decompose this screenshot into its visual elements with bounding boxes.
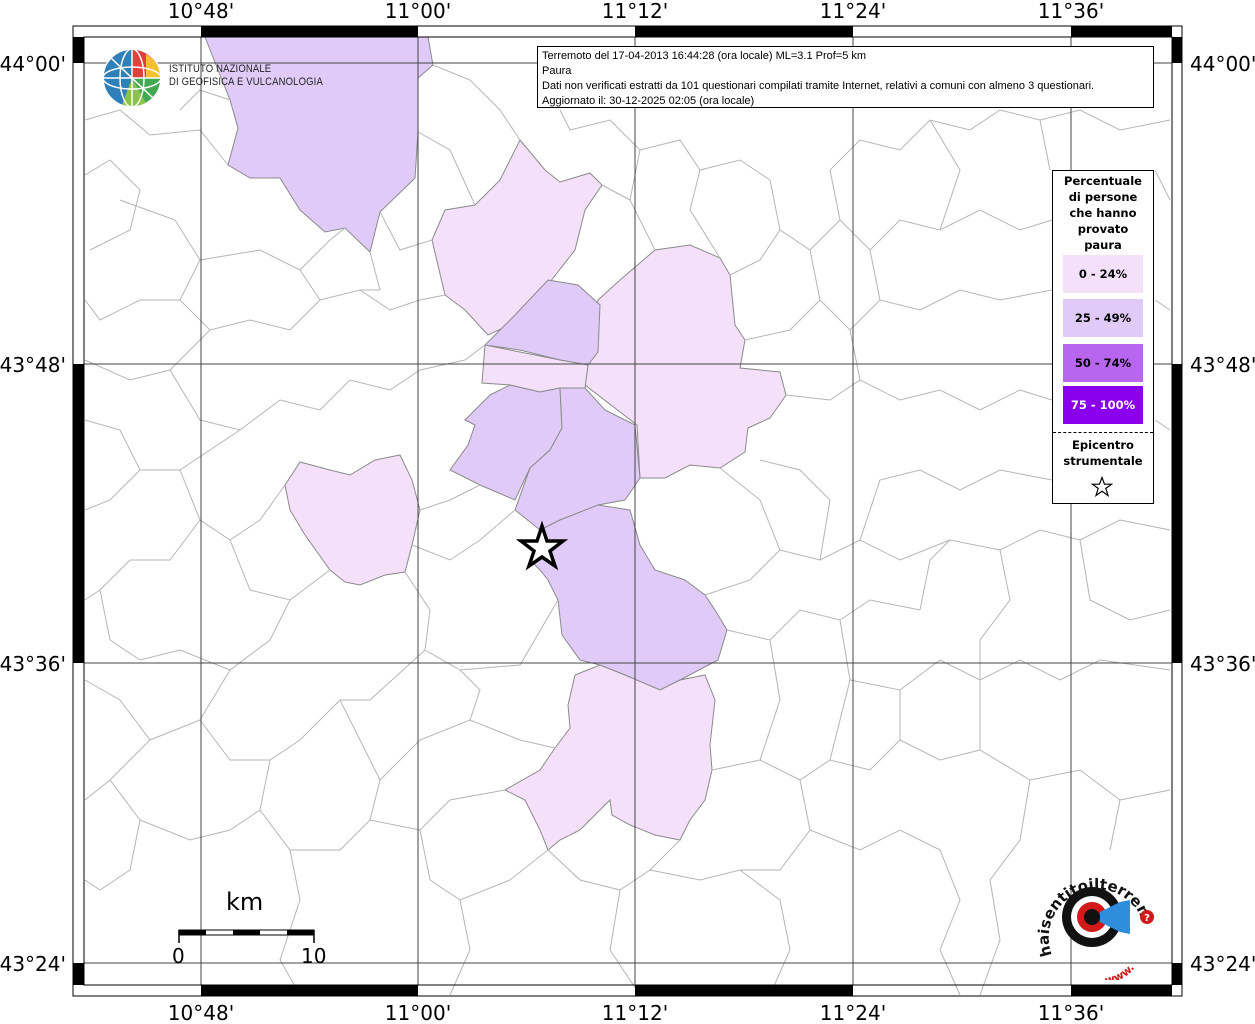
- map-parameter: Paura: [542, 65, 572, 77]
- lat-tick-label: 43°24': [1190, 952, 1255, 976]
- legend-class-label: 50 - 74%: [1074, 356, 1132, 370]
- lon-tick-label: 11°00': [385, 1001, 451, 1024]
- legend-swatch-75-100: 75 - 100%: [1063, 386, 1143, 424]
- lat-ticks-right: 44°00' 43°48' 43°36' 43°24': [1190, 52, 1255, 976]
- lon-tick-label: 11°00': [385, 0, 451, 23]
- lon-ticks-bottom: 10°48' 11°00' 11°12' 11°24' 11°36': [168, 1001, 1104, 1024]
- map-info-box: Terremoto del 17-04-2013 16:44:28 (ora l…: [537, 46, 1154, 108]
- epicenter-label: Epicentro strumentale: [1053, 437, 1153, 469]
- globe-icon: [102, 48, 162, 108]
- ingv-name-line-2: DI GEOFISICA E VULCANOLOGIA: [169, 76, 323, 88]
- lat-tick-label: 44°00': [1190, 52, 1255, 76]
- legend-title-line: Percentuale: [1064, 174, 1142, 188]
- legend-star-icon: [1091, 476, 1113, 498]
- legend-title: Percentuale di persone che hanno provato…: [1053, 173, 1153, 253]
- lat-ticks-left: 44°00' 43°48' 43°36' 43°24': [0, 52, 66, 976]
- municipality-polygons: [204, 36, 787, 851]
- hst-www: www.: [1103, 961, 1137, 980]
- municipality-0-24-west: [284, 454, 421, 586]
- scale-unit-label: km: [226, 888, 264, 916]
- legend-swatch-50-74: 50 - 74%: [1063, 344, 1143, 382]
- scale-end-label: 10: [301, 944, 327, 968]
- scale-bar: [178, 929, 315, 943]
- ingv-name-line-1: ISTITUTO NAZIONALE: [169, 63, 272, 75]
- lon-ticks-top: 10°48' 11°00' 11°12' 11°24' 11°36': [168, 0, 1104, 23]
- hst-www-path: www.: [1103, 961, 1137, 980]
- legend-title-line: di persone: [1068, 190, 1138, 204]
- legend-swatch-25-49: 25 - 49%: [1063, 299, 1143, 337]
- legend-title-line: provato: [1077, 222, 1129, 236]
- lat-tick-label: 43°48': [1190, 353, 1255, 377]
- svg-text:?: ?: [1144, 913, 1150, 924]
- legend-swatch-0-24: 0 - 24%: [1063, 255, 1143, 293]
- lon-tick-label: 10°48': [168, 1001, 234, 1024]
- lon-tick-label: 11°24': [820, 1001, 886, 1024]
- legend-title-line: che hanno: [1069, 206, 1137, 220]
- municipality-25-49-south-center: [529, 504, 728, 691]
- haisentito-logo: haisentitoilterremoto.it www. ?: [1030, 860, 1156, 980]
- update-time: Aggiornato il: 30-12-2025 02:05 (ora loc…: [542, 95, 755, 107]
- data-note: Dati non verificati estratti da 101 ques…: [542, 80, 1095, 92]
- ingv-name: ISTITUTO NAZIONALE DI GEOFISICA E VULCAN…: [169, 63, 323, 89]
- lon-tick-label: 10°48': [168, 0, 234, 23]
- legend-title-line: paura: [1084, 238, 1122, 252]
- event-title: Terremoto del 17-04-2013 16:44:28 (ora l…: [542, 50, 867, 62]
- lat-tick-label: 43°48': [0, 353, 66, 377]
- epicenter-label-line: strumentale: [1063, 454, 1143, 468]
- ingv-logo: ISTITUTO NAZIONALE DI GEOFISICA E VULCAN…: [100, 46, 330, 110]
- lon-tick-label: 11°12': [602, 1001, 668, 1024]
- epicenter-label-line: Epicentro: [1072, 438, 1134, 452]
- legend: Percentuale di persone che hanno provato…: [1052, 170, 1154, 504]
- lat-tick-label: 43°24': [0, 952, 66, 976]
- lon-tick-label: 11°24': [820, 0, 886, 23]
- legend-class-label: 25 - 49%: [1074, 311, 1132, 325]
- lat-tick-label: 43°36': [1190, 652, 1255, 676]
- lon-tick-label: 11°36': [1038, 0, 1104, 23]
- scale-start-label: 0: [172, 944, 185, 968]
- lon-tick-label: 11°12': [602, 0, 668, 23]
- lat-tick-label: 44°00': [0, 52, 66, 76]
- legend-class-label: 75 - 100%: [1070, 398, 1136, 412]
- legend-divider: [1053, 432, 1153, 433]
- lon-tick-label: 11°36': [1038, 1001, 1104, 1024]
- lat-tick-label: 43°36': [0, 652, 66, 676]
- legend-class-label: 0 - 24%: [1078, 267, 1128, 281]
- municipality-0-24-south: [503, 664, 716, 851]
